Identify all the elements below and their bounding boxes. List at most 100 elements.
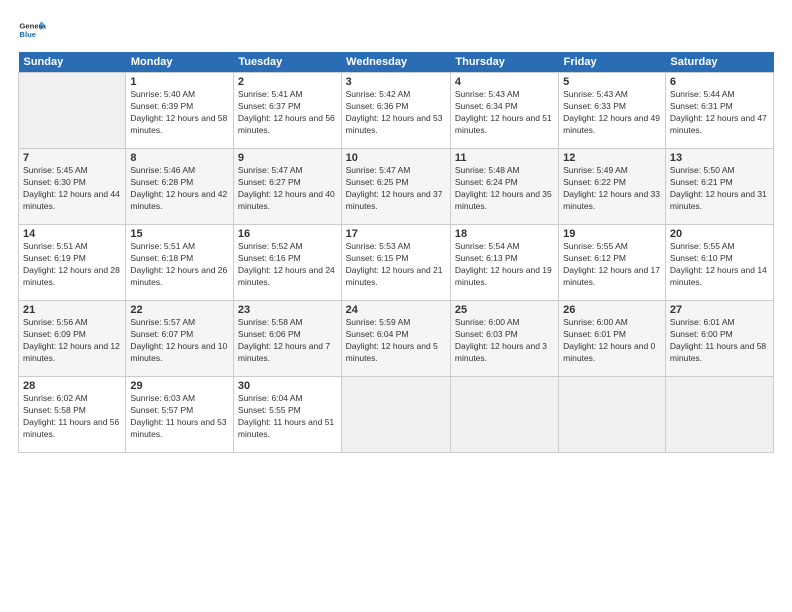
day-info: Sunrise: 5:43 AMSunset: 6:33 PMDaylight:… [563, 89, 661, 137]
day-cell: 3Sunrise: 5:42 AMSunset: 6:36 PMDaylight… [341, 73, 450, 149]
day-number: 9 [238, 152, 337, 164]
day-info: Sunrise: 5:43 AMSunset: 6:34 PMDaylight:… [455, 89, 554, 137]
day-info: Sunrise: 5:56 AMSunset: 6:09 PMDaylight:… [23, 317, 121, 365]
day-info: Sunrise: 5:59 AMSunset: 6:04 PMDaylight:… [346, 317, 446, 365]
day-info: Sunrise: 5:44 AMSunset: 6:31 PMDaylight:… [670, 89, 769, 137]
day-number: 17 [346, 228, 446, 240]
day-number: 6 [670, 76, 769, 88]
col-header-saturday: Saturday [665, 52, 773, 73]
day-number: 20 [670, 228, 769, 240]
day-number: 2 [238, 76, 337, 88]
svg-text:Blue: Blue [19, 30, 36, 39]
day-number: 5 [563, 76, 661, 88]
empty-cell [19, 73, 126, 149]
day-cell: 19Sunrise: 5:55 AMSunset: 6:12 PMDayligh… [559, 225, 666, 301]
day-info: Sunrise: 5:54 AMSunset: 6:13 PMDaylight:… [455, 241, 554, 289]
day-info: Sunrise: 5:46 AMSunset: 6:28 PMDaylight:… [130, 165, 229, 213]
week-row: 7Sunrise: 5:45 AMSunset: 6:30 PMDaylight… [19, 149, 774, 225]
col-header-monday: Monday [126, 52, 234, 73]
week-row: 28Sunrise: 6:02 AMSunset: 5:58 PMDayligh… [19, 377, 774, 453]
day-number: 4 [455, 76, 554, 88]
day-number: 7 [23, 152, 121, 164]
day-info: Sunrise: 5:51 AMSunset: 6:19 PMDaylight:… [23, 241, 121, 289]
col-header-thursday: Thursday [450, 52, 558, 73]
day-info: Sunrise: 6:01 AMSunset: 6:00 PMDaylight:… [670, 317, 769, 365]
day-number: 13 [670, 152, 769, 164]
day-info: Sunrise: 6:02 AMSunset: 5:58 PMDaylight:… [23, 393, 121, 441]
day-info: Sunrise: 6:00 AMSunset: 6:01 PMDaylight:… [563, 317, 661, 365]
col-header-wednesday: Wednesday [341, 52, 450, 73]
day-number: 10 [346, 152, 446, 164]
day-info: Sunrise: 6:03 AMSunset: 5:57 PMDaylight:… [130, 393, 229, 441]
day-info: Sunrise: 5:55 AMSunset: 6:10 PMDaylight:… [670, 241, 769, 289]
day-number: 3 [346, 76, 446, 88]
header: General Blue [18, 16, 774, 44]
day-cell: 16Sunrise: 5:52 AMSunset: 6:16 PMDayligh… [233, 225, 341, 301]
day-info: Sunrise: 5:49 AMSunset: 6:22 PMDaylight:… [563, 165, 661, 213]
day-cell: 27Sunrise: 6:01 AMSunset: 6:00 PMDayligh… [665, 301, 773, 377]
day-info: Sunrise: 5:50 AMSunset: 6:21 PMDaylight:… [670, 165, 769, 213]
day-number: 26 [563, 304, 661, 316]
day-cell: 28Sunrise: 6:02 AMSunset: 5:58 PMDayligh… [19, 377, 126, 453]
day-cell: 17Sunrise: 5:53 AMSunset: 6:15 PMDayligh… [341, 225, 450, 301]
day-number: 18 [455, 228, 554, 240]
day-cell: 1Sunrise: 5:40 AMSunset: 6:39 PMDaylight… [126, 73, 234, 149]
day-number: 28 [23, 380, 121, 392]
header-row: SundayMondayTuesdayWednesdayThursdayFrid… [19, 52, 774, 73]
day-info: Sunrise: 5:53 AMSunset: 6:15 PMDaylight:… [346, 241, 446, 289]
day-number: 25 [455, 304, 554, 316]
day-cell: 15Sunrise: 5:51 AMSunset: 6:18 PMDayligh… [126, 225, 234, 301]
day-cell: 30Sunrise: 6:04 AMSunset: 5:55 PMDayligh… [233, 377, 341, 453]
day-cell: 21Sunrise: 5:56 AMSunset: 6:09 PMDayligh… [19, 301, 126, 377]
day-cell: 11Sunrise: 5:48 AMSunset: 6:24 PMDayligh… [450, 149, 558, 225]
day-number: 14 [23, 228, 121, 240]
day-info: Sunrise: 5:42 AMSunset: 6:36 PMDaylight:… [346, 89, 446, 137]
logo-icon: General Blue [18, 16, 46, 44]
day-number: 12 [563, 152, 661, 164]
week-row: 21Sunrise: 5:56 AMSunset: 6:09 PMDayligh… [19, 301, 774, 377]
day-info: Sunrise: 5:45 AMSunset: 6:30 PMDaylight:… [23, 165, 121, 213]
day-info: Sunrise: 6:00 AMSunset: 6:03 PMDaylight:… [455, 317, 554, 365]
logo: General Blue [18, 16, 46, 44]
day-number: 1 [130, 76, 229, 88]
col-header-friday: Friday [559, 52, 666, 73]
day-info: Sunrise: 5:58 AMSunset: 6:06 PMDaylight:… [238, 317, 337, 365]
page: General Blue SundayMondayTuesdayWednesda… [0, 0, 792, 612]
day-number: 27 [670, 304, 769, 316]
day-cell: 6Sunrise: 5:44 AMSunset: 6:31 PMDaylight… [665, 73, 773, 149]
day-number: 21 [23, 304, 121, 316]
day-number: 11 [455, 152, 554, 164]
empty-cell [341, 377, 450, 453]
day-number: 30 [238, 380, 337, 392]
day-info: Sunrise: 5:52 AMSunset: 6:16 PMDaylight:… [238, 241, 337, 289]
day-number: 29 [130, 380, 229, 392]
day-number: 8 [130, 152, 229, 164]
day-cell: 22Sunrise: 5:57 AMSunset: 6:07 PMDayligh… [126, 301, 234, 377]
day-cell: 26Sunrise: 6:00 AMSunset: 6:01 PMDayligh… [559, 301, 666, 377]
day-cell: 9Sunrise: 5:47 AMSunset: 6:27 PMDaylight… [233, 149, 341, 225]
day-cell: 14Sunrise: 5:51 AMSunset: 6:19 PMDayligh… [19, 225, 126, 301]
day-cell: 13Sunrise: 5:50 AMSunset: 6:21 PMDayligh… [665, 149, 773, 225]
day-info: Sunrise: 5:57 AMSunset: 6:07 PMDaylight:… [130, 317, 229, 365]
empty-cell [450, 377, 558, 453]
day-info: Sunrise: 5:48 AMSunset: 6:24 PMDaylight:… [455, 165, 554, 213]
col-header-tuesday: Tuesday [233, 52, 341, 73]
day-info: Sunrise: 5:55 AMSunset: 6:12 PMDaylight:… [563, 241, 661, 289]
day-info: Sunrise: 6:04 AMSunset: 5:55 PMDaylight:… [238, 393, 337, 441]
day-cell: 24Sunrise: 5:59 AMSunset: 6:04 PMDayligh… [341, 301, 450, 377]
day-number: 15 [130, 228, 229, 240]
week-row: 14Sunrise: 5:51 AMSunset: 6:19 PMDayligh… [19, 225, 774, 301]
day-info: Sunrise: 5:40 AMSunset: 6:39 PMDaylight:… [130, 89, 229, 137]
day-cell: 23Sunrise: 5:58 AMSunset: 6:06 PMDayligh… [233, 301, 341, 377]
empty-cell [665, 377, 773, 453]
day-info: Sunrise: 5:47 AMSunset: 6:25 PMDaylight:… [346, 165, 446, 213]
day-cell: 29Sunrise: 6:03 AMSunset: 5:57 PMDayligh… [126, 377, 234, 453]
col-header-sunday: Sunday [19, 52, 126, 73]
week-row: 1Sunrise: 5:40 AMSunset: 6:39 PMDaylight… [19, 73, 774, 149]
day-cell: 25Sunrise: 6:00 AMSunset: 6:03 PMDayligh… [450, 301, 558, 377]
day-number: 22 [130, 304, 229, 316]
day-cell: 5Sunrise: 5:43 AMSunset: 6:33 PMDaylight… [559, 73, 666, 149]
day-cell: 12Sunrise: 5:49 AMSunset: 6:22 PMDayligh… [559, 149, 666, 225]
day-cell: 8Sunrise: 5:46 AMSunset: 6:28 PMDaylight… [126, 149, 234, 225]
day-number: 24 [346, 304, 446, 316]
